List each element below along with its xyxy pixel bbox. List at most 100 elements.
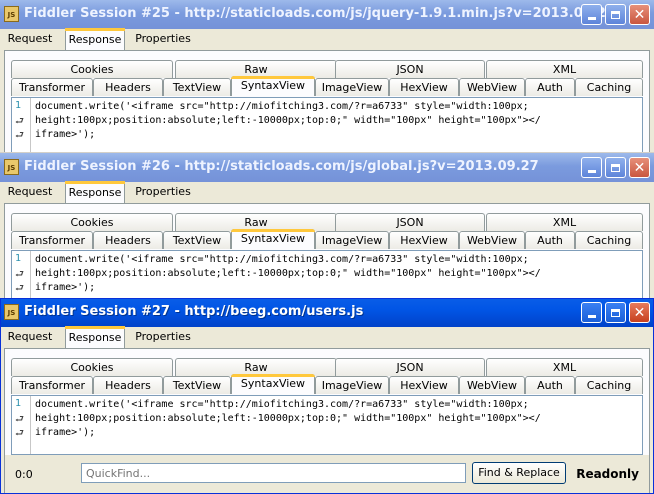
view-tab-textview[interactable]: TextView bbox=[163, 376, 231, 394]
quickfind-input[interactable] bbox=[81, 463, 466, 483]
inspector-tabs: Request Response Properties bbox=[1, 326, 653, 349]
view-tab-headers[interactable]: Headers bbox=[93, 376, 163, 394]
code-text[interactable]: document.write('<iframe src="http://miof… bbox=[35, 398, 541, 440]
fiddler-session-26-window[interactable]: JS Fiddler Session #26 - http://staticlo… bbox=[0, 153, 654, 299]
title-bar[interactable]: JS Fiddler Session #26 - http://staticlo… bbox=[0, 153, 654, 182]
line-number: 1 bbox=[15, 253, 22, 264]
close-icon: ✕ bbox=[633, 6, 646, 23]
code-text[interactable]: document.write('<iframe src="http://miof… bbox=[35, 253, 541, 295]
minimize-icon bbox=[587, 170, 596, 173]
view-tab-json[interactable]: JSON bbox=[335, 213, 485, 231]
view-tab-imageview[interactable]: ImageView bbox=[315, 78, 389, 96]
code-line: height:100px;position:absolute;left:-100… bbox=[35, 115, 541, 126]
javascript-file-icon: JS bbox=[4, 6, 19, 22]
minimize-button[interactable] bbox=[581, 4, 602, 25]
line-number: 1 bbox=[15, 100, 22, 111]
code-line: height:100px;position:absolute;left:-100… bbox=[35, 413, 541, 424]
view-tab-json[interactable]: JSON bbox=[335, 358, 485, 376]
syntax-editor[interactable]: 1 ⮐ ⮐ document.write('<iframe src="http:… bbox=[11, 97, 643, 152]
code-line: document.write('<iframe src="http://miof… bbox=[35, 399, 529, 410]
close-icon: ✕ bbox=[633, 159, 646, 176]
view-tab-auth[interactable]: Auth bbox=[525, 78, 575, 96]
line-gutter: 1 ⮐ ⮐ bbox=[12, 251, 31, 299]
view-tab-webview[interactable]: WebView bbox=[459, 78, 525, 96]
view-tab-xml[interactable]: XML bbox=[486, 60, 643, 78]
tab-properties[interactable]: Properties bbox=[130, 327, 196, 348]
view-tab-webview[interactable]: WebView bbox=[459, 231, 525, 249]
view-tab-syntaxview[interactable]: SyntaxView bbox=[231, 374, 315, 394]
title-bar[interactable]: JS Fiddler Session #27 - http://beeg.com… bbox=[1, 299, 653, 327]
view-tab-auth[interactable]: Auth bbox=[525, 376, 575, 394]
syntax-editor[interactable]: 1 ⮐ ⮐ document.write('<iframe src="http:… bbox=[11, 250, 643, 299]
view-tab-caching[interactable]: Caching bbox=[575, 376, 643, 394]
close-icon: ✕ bbox=[633, 304, 646, 321]
word-wrap-icon: ⮐ bbox=[15, 283, 24, 294]
response-panel: Cookies Raw JSON XML Transformer Headers… bbox=[4, 203, 650, 299]
maximize-icon bbox=[611, 10, 620, 19]
code-line: iframe>'); bbox=[35, 282, 96, 293]
view-tab-webview[interactable]: WebView bbox=[459, 376, 525, 394]
readonly-label: Readonly bbox=[576, 467, 639, 481]
code-line: document.write('<iframe src="http://miof… bbox=[35, 254, 529, 265]
minimize-icon bbox=[587, 17, 596, 20]
status-bar: 0:0 Find & Replace Readonly bbox=[5, 455, 649, 493]
tab-properties[interactable]: Properties bbox=[130, 29, 196, 50]
view-tab-hexview[interactable]: HexView bbox=[389, 78, 459, 96]
view-tab-auth[interactable]: Auth bbox=[525, 231, 575, 249]
window-title: Fiddler Session #26 - http://staticloads… bbox=[24, 159, 539, 174]
tab-request[interactable]: Request bbox=[2, 29, 58, 50]
minimize-button[interactable] bbox=[581, 302, 602, 323]
minimize-button[interactable] bbox=[581, 157, 602, 178]
view-tab-textview[interactable]: TextView bbox=[163, 231, 231, 249]
maximize-icon bbox=[611, 308, 620, 317]
maximize-button[interactable] bbox=[605, 302, 626, 323]
close-button[interactable]: ✕ bbox=[629, 4, 650, 25]
view-tab-caching[interactable]: Caching bbox=[575, 231, 643, 249]
view-tab-transformer[interactable]: Transformer bbox=[11, 376, 93, 394]
tab-request[interactable]: Request bbox=[2, 182, 58, 203]
view-tab-transformer[interactable]: Transformer bbox=[11, 78, 93, 96]
view-tab-syntaxview[interactable]: SyntaxView bbox=[231, 76, 315, 96]
view-tab-cookies[interactable]: Cookies bbox=[11, 213, 173, 231]
view-tab-headers[interactable]: Headers bbox=[93, 231, 163, 249]
syntax-editor[interactable]: 1 ⮐ ⮐ document.write('<iframe src="http:… bbox=[11, 395, 643, 455]
view-tab-caching[interactable]: Caching bbox=[575, 78, 643, 96]
response-panel: Cookies Raw JSON XML Transformer Headers… bbox=[4, 348, 650, 493]
minimize-icon bbox=[587, 315, 596, 318]
find-replace-button[interactable]: Find & Replace bbox=[472, 462, 566, 484]
window-title: Fiddler Session #27 - http://beeg.com/us… bbox=[24, 304, 364, 319]
maximize-button[interactable] bbox=[605, 157, 626, 178]
view-tab-xml[interactable]: XML bbox=[486, 213, 643, 231]
maximize-button[interactable] bbox=[605, 4, 626, 25]
fiddler-session-27-window[interactable]: JS Fiddler Session #27 - http://beeg.com… bbox=[0, 298, 654, 494]
view-tab-cookies[interactable]: Cookies bbox=[11, 358, 173, 376]
line-gutter: 1 ⮐ ⮐ bbox=[12, 396, 31, 454]
response-panel: Cookies Raw JSON XML Transformer Headers… bbox=[4, 50, 650, 152]
tab-response[interactable]: Response bbox=[65, 28, 125, 51]
view-tab-hexview[interactable]: HexView bbox=[389, 376, 459, 394]
view-tab-xml[interactable]: XML bbox=[486, 358, 643, 376]
close-button[interactable]: ✕ bbox=[629, 302, 650, 323]
tab-properties[interactable]: Properties bbox=[130, 182, 196, 203]
close-button[interactable]: ✕ bbox=[629, 157, 650, 178]
view-tab-syntaxview[interactable]: SyntaxView bbox=[231, 229, 315, 249]
view-tab-transformer[interactable]: Transformer bbox=[11, 231, 93, 249]
tab-request[interactable]: Request bbox=[2, 327, 58, 348]
view-tab-json[interactable]: JSON bbox=[335, 60, 485, 78]
view-tab-textview[interactable]: TextView bbox=[163, 78, 231, 96]
view-tab-headers[interactable]: Headers bbox=[93, 78, 163, 96]
view-tab-cookies[interactable]: Cookies bbox=[11, 60, 173, 78]
view-tab-imageview[interactable]: ImageView bbox=[315, 376, 389, 394]
tab-response[interactable]: Response bbox=[65, 326, 125, 349]
inspector-tabs: Request Response Properties bbox=[0, 181, 654, 204]
view-tab-hexview[interactable]: HexView bbox=[389, 231, 459, 249]
javascript-file-icon: JS bbox=[4, 159, 19, 175]
code-line: document.write('<iframe src="http://miof… bbox=[35, 101, 529, 112]
code-text[interactable]: document.write('<iframe src="http://miof… bbox=[35, 100, 541, 142]
tab-response[interactable]: Response bbox=[65, 181, 125, 204]
fiddler-session-25-window[interactable]: JS Fiddler Session #25 - http://staticlo… bbox=[0, 0, 654, 152]
title-bar[interactable]: JS Fiddler Session #25 - http://staticlo… bbox=[0, 0, 654, 29]
cursor-position: 0:0 bbox=[15, 468, 33, 481]
view-tab-imageview[interactable]: ImageView bbox=[315, 231, 389, 249]
window-title: Fiddler Session #25 - http://staticloads… bbox=[24, 6, 615, 21]
